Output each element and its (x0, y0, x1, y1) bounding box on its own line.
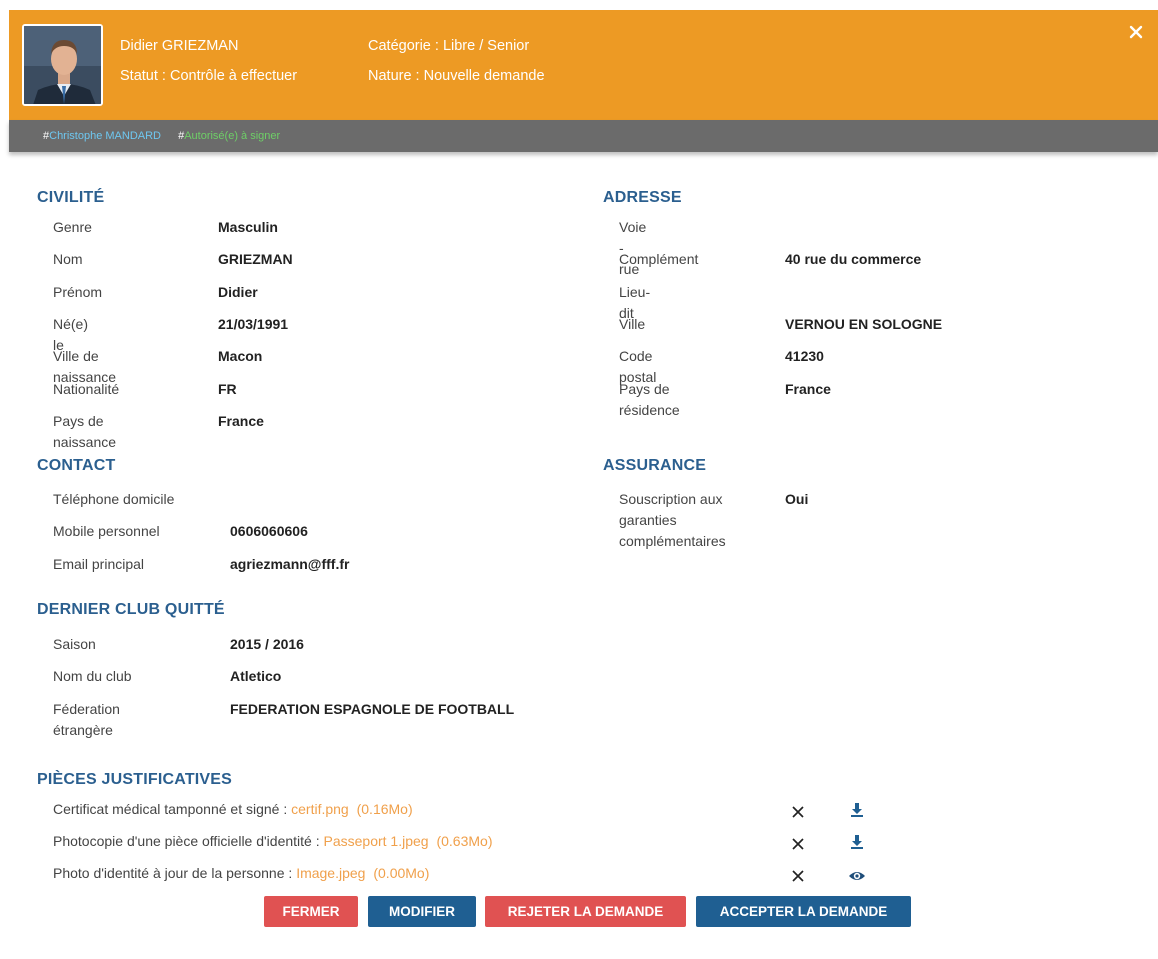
piece-file-link[interactable]: Passeport 1.jpeg (324, 833, 429, 849)
section-title-dernier-club: DERNIER CLUB QUITTÉ (37, 601, 225, 618)
header-nature: Nature : Nouvelle demande (368, 68, 545, 84)
close-button[interactable]: FERMER (264, 896, 358, 927)
section-title-assurance: ASSURANCE (603, 457, 707, 474)
delete-icon[interactable] (790, 804, 806, 820)
download-icon[interactable] (849, 802, 865, 818)
delete-icon[interactable] (790, 836, 806, 852)
header-name: Didier GRIEZMAN (120, 38, 239, 54)
header-meta: Catégorie : Libre / Senior Nature : Nouv… (368, 31, 545, 91)
piece-file-link[interactable]: Image.jpeg (296, 865, 365, 881)
eye-icon[interactable] (848, 868, 866, 884)
piece-file-link[interactable]: certif.png (291, 801, 349, 817)
section-title-civilite: CIVILITÉ (37, 189, 105, 206)
section-title-contact: CONTACT (37, 457, 116, 474)
section-title-pieces: PIÈCES JUSTIFICATIVES (37, 771, 233, 788)
header-categorie: Catégorie : Libre / Senior (368, 38, 530, 54)
piece-row: Photocopie d'une pièce officielle d'iden… (53, 833, 493, 849)
header-statut: Statut : Contrôle à effectuer (120, 68, 298, 84)
modal-header: Didier GRIEZMAN Statut : Contrôle à effe… (9, 10, 1158, 120)
close-icon[interactable] (1128, 24, 1148, 44)
license-request-modal: Didier GRIEZMAN Statut : Contrôle à effe… (9, 10, 1158, 959)
tag-bar: #Christophe MANDARD #Autorisé(e) à signe… (9, 120, 1158, 152)
reject-request-button[interactable]: REJETER LA DEMANDE (485, 896, 686, 927)
piece-row: Certificat médical tamponné et signé : c… (53, 801, 413, 817)
modify-button[interactable]: MODIFIER (368, 896, 476, 927)
tag-permission[interactable]: #Autorisé(e) à signer (178, 130, 280, 142)
avatar (22, 24, 103, 106)
accept-request-button[interactable]: ACCEPTER LA DEMANDE (696, 896, 911, 927)
piece-row: Photo d'identité à jour de la personne :… (53, 865, 430, 881)
section-title-adresse: ADRESSE (603, 189, 682, 206)
tag-contact[interactable]: #Christophe MANDARD (43, 130, 161, 142)
download-icon[interactable] (849, 834, 865, 850)
header-identity: Didier GRIEZMAN Statut : Contrôle à effe… (120, 31, 297, 91)
delete-icon[interactable] (790, 868, 806, 884)
